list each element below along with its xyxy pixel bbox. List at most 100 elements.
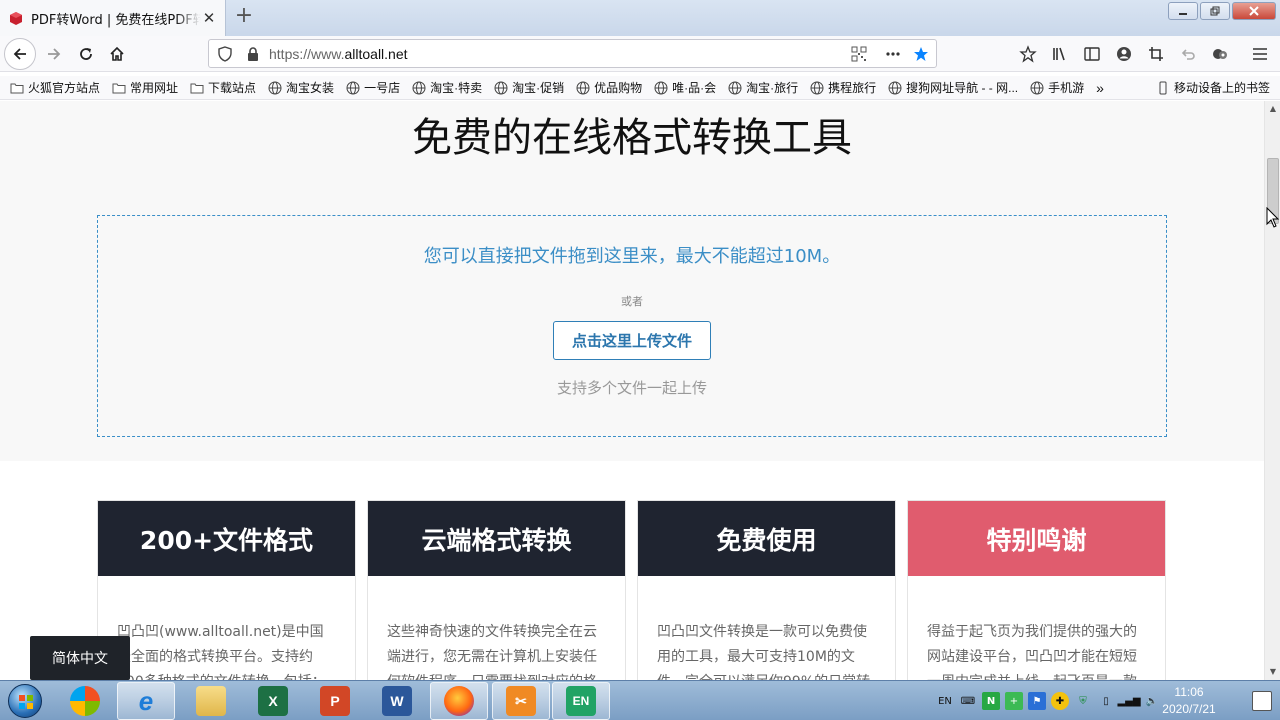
bookmark-label: 下载站点	[208, 81, 257, 95]
clock-time: 11:06	[1174, 685, 1204, 699]
bookmark-item[interactable]: 一号店	[346, 79, 400, 96]
yellow-app-icon[interactable]: ✚	[1051, 692, 1069, 710]
multi-upload-note: 支持多个文件一起上传	[556, 379, 707, 397]
bookmark-label: 移动设备上的书签	[1173, 81, 1270, 95]
qr-code-icon[interactable]	[851, 46, 867, 62]
reload-icon	[80, 48, 92, 60]
network-signal-icon[interactable]: ▂▄▆	[1117, 692, 1140, 710]
bookmark-label: 一号店	[364, 81, 401, 95]
undo-icon[interactable]	[1178, 44, 1198, 64]
tab-close-icon[interactable]: ✕	[201, 10, 217, 26]
bookmark-item[interactable]: 唯·品·会	[654, 79, 716, 96]
tab-title: PDF转Word | 免费在线PDF转换	[31, 12, 201, 28]
globe-icon	[888, 81, 902, 94]
page-scrollbar[interactable]: ▲ ▼	[1264, 101, 1280, 680]
system-clock[interactable]: 11:06 2020/7/21	[1150, 684, 1228, 718]
account-icon[interactable]	[1114, 44, 1134, 64]
globe-icon	[268, 81, 282, 94]
forward-button[interactable]	[40, 40, 68, 68]
bookmark-item[interactable]: 火狐官方站点	[10, 79, 100, 96]
bookmark-item[interactable]: 淘宝·旅行	[728, 79, 798, 96]
card-title: 免费使用	[638, 501, 895, 576]
firefox-app[interactable]	[430, 682, 488, 720]
ie-app[interactable]: e	[117, 682, 175, 720]
folder-app[interactable]	[182, 682, 240, 720]
xmind-app[interactable]: ✂	[492, 682, 550, 720]
shield-icon[interactable]	[217, 46, 233, 62]
mobile-bookmarks[interactable]: 移动设备上的书签	[1156, 79, 1270, 96]
minimize-button[interactable]	[1168, 2, 1198, 20]
globe-icon	[346, 81, 360, 94]
folder-icon	[10, 83, 24, 93]
restore-button[interactable]	[1200, 2, 1230, 20]
url-bar[interactable]: https://www.alltoall.net	[208, 39, 937, 68]
lock-icon[interactable]	[245, 46, 261, 62]
bookmark-item[interactable]: 手机游	[1030, 79, 1084, 96]
bookmark-label: 淘宝·特卖	[430, 81, 483, 95]
bookmark-label: 搜狗网址导航 - - 网...	[906, 81, 1019, 95]
dropzone-or: 或者	[621, 295, 643, 308]
more-actions-icon[interactable]	[885, 46, 901, 62]
home-button[interactable]	[103, 40, 131, 68]
back-button[interactable]	[4, 38, 36, 70]
phone-icon	[1159, 81, 1167, 94]
close-window-button[interactable]	[1232, 2, 1276, 20]
bookmark-star-icon[interactable]	[913, 46, 929, 62]
reading-star-icon[interactable]	[1018, 44, 1038, 64]
card-title: 200+文件格式	[98, 501, 355, 576]
card-body: 得益于起飞页为我们提供的强大的网站建设平台，凹凸凹才能在短短一周内完成并上线，起…	[927, 624, 1137, 680]
explorer-app[interactable]	[56, 682, 114, 720]
word-app[interactable]: W	[368, 682, 426, 720]
bookmark-label: 常用网址	[130, 81, 179, 95]
upload-file-button[interactable]: 点击这里上传文件	[553, 321, 711, 360]
bookmark-item[interactable]: 常用网址	[112, 79, 178, 96]
show-desktop-button[interactable]	[1252, 691, 1272, 711]
folder-icon	[190, 83, 204, 93]
start-button[interactable]	[4, 682, 46, 720]
library-icon[interactable]	[1050, 44, 1070, 64]
bookmark-item[interactable]: 携程旅行	[810, 79, 876, 96]
scissors-icon: ✂	[506, 686, 536, 716]
url-text: https://www.alltoall.net	[269, 46, 408, 62]
powerpoint-icon: P	[320, 686, 350, 716]
new-tab-button[interactable]: +	[232, 5, 256, 29]
screenshot-crop-icon[interactable]	[1146, 44, 1166, 64]
en-app[interactable]: EN	[552, 682, 610, 720]
bookmark-item[interactable]: 淘宝·促销	[494, 79, 564, 96]
arrow-right-icon	[48, 48, 61, 60]
bookmark-label: 优品购物	[594, 81, 643, 95]
bookmark-item[interactable]: 优品购物	[576, 79, 642, 96]
card-title: 特别鸣谢	[908, 501, 1165, 576]
bookmark-item[interactable]: 下载站点	[190, 79, 256, 96]
bookmarks-overflow-chevron-icon[interactable]: »	[1096, 80, 1104, 96]
sidebar-icon[interactable]	[1082, 44, 1102, 64]
windows-logo-icon	[8, 684, 42, 718]
hero-section: 免费的在线格式转换工具 您可以直接把文件拖到这里来，最大不能超过10M。 或者 …	[0, 101, 1264, 461]
shield-tray-icon[interactable]: ⛨	[1074, 692, 1092, 710]
excel-app[interactable]: X	[244, 682, 302, 720]
language-switch-button[interactable]: 简体中文	[30, 636, 130, 680]
bookmark-label: 淘宝·旅行	[746, 81, 799, 95]
file-dropzone[interactable]: 您可以直接把文件拖到这里来，最大不能超过10M。 或者 点击这里上传文件 支持多…	[97, 215, 1167, 437]
keyboard-icon[interactable]: ⌨	[959, 692, 977, 710]
n-app-icon[interactable]: N	[982, 692, 1000, 710]
bookmark-item[interactable]: 淘宝女装	[268, 79, 334, 96]
battery-icon[interactable]: ▯	[1097, 692, 1115, 710]
card-body: 这些神奇快速的文件转换完全在云端进行，您无需在计算机上安装任何软件程序，只需要找…	[387, 624, 597, 680]
reload-button[interactable]	[72, 40, 100, 68]
security-flag-icon[interactable]: ⚑	[1028, 692, 1046, 710]
scroll-up-arrow-icon[interactable]: ▲	[1265, 101, 1280, 117]
bookmark-item[interactable]: 淘宝·特卖	[412, 79, 482, 96]
active-tab[interactable]: PDF转Word | 免费在线PDF转换 ✕	[0, 0, 226, 36]
folder-icon	[112, 83, 126, 93]
bookmark-label: 火狐官方站点	[28, 81, 101, 95]
input-language-indicator[interactable]: EN	[936, 692, 954, 710]
bookmark-label: 手机游	[1048, 81, 1085, 95]
scroll-down-arrow-icon[interactable]: ▼	[1265, 664, 1280, 680]
extension-icon[interactable]	[1210, 44, 1230, 64]
powerpoint-app[interactable]: P	[306, 682, 364, 720]
green-app-icon[interactable]: +	[1005, 692, 1023, 710]
arrow-left-icon	[13, 48, 26, 60]
bookmark-item[interactable]: 搜狗网址导航 - - 网...	[888, 79, 1018, 96]
menu-icon[interactable]	[1250, 44, 1270, 64]
